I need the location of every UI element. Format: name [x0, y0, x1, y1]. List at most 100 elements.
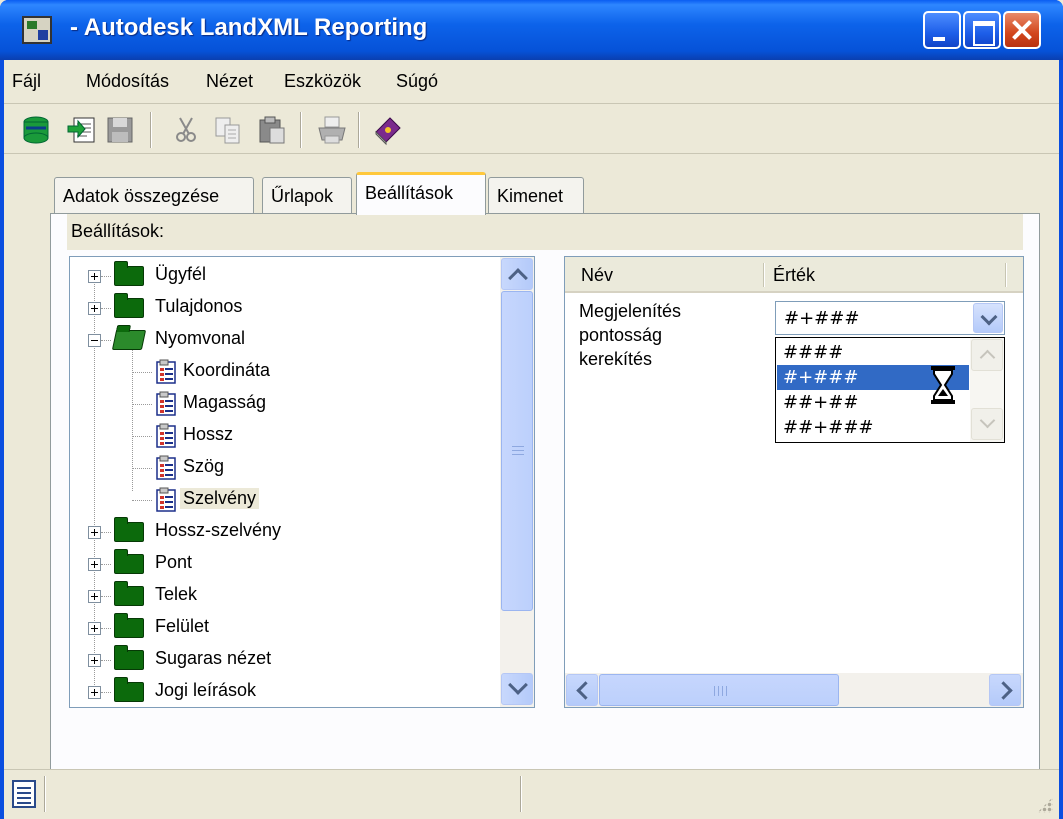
settings-tree[interactable]: Ügyfél Tulajdonos Nyomvonal Koordináta Magas… [69, 256, 535, 708]
column-separator[interactable] [1005, 263, 1006, 287]
chevron-right-icon[interactable] [989, 674, 1021, 706]
tree-folder-node[interactable]: Ügyfél [70, 259, 500, 291]
tree-node-label[interactable]: Hossz-szelvény [152, 520, 284, 541]
help-book-icon[interactable] [372, 114, 404, 146]
maximize-button[interactable] [963, 11, 1001, 49]
tree-item-node[interactable]: Szög [70, 451, 500, 483]
tree-node-label[interactable]: Szelvény [180, 488, 260, 509]
folder-icon [114, 677, 144, 702]
tree-folder-node[interactable]: Jogi leírások [70, 675, 500, 707]
menu-edit[interactable]: Módosítás [86, 71, 169, 92]
collapse-icon[interactable] [88, 334, 101, 347]
rounding-precision-combobox[interactable]: #+### [775, 301, 1005, 335]
tree-vertical-scrollbar[interactable] [500, 257, 534, 707]
expand-icon[interactable] [88, 654, 101, 667]
report-settings-icon [156, 455, 176, 480]
menu-bar: Fájl Módosítás Nézet Eszközök Súgó [4, 60, 1059, 104]
tree-folder-node[interactable]: Felület [70, 611, 500, 643]
minimize-button[interactable] [923, 11, 961, 49]
tree-node-label[interactable]: Koordináta [180, 360, 273, 381]
scroll-up-button[interactable] [501, 258, 533, 290]
scroll-down-button[interactable] [501, 673, 533, 705]
expand-icon[interactable] [88, 590, 101, 603]
app-icon[interactable] [22, 16, 52, 44]
expand-icon[interactable] [88, 622, 101, 635]
scroll-thumb[interactable] [501, 291, 533, 611]
dropdown-button[interactable] [973, 303, 1003, 333]
tab-data-summary[interactable]: Adatok összegzése [54, 177, 254, 215]
tree-node-label[interactable]: Jogi leírások [152, 680, 259, 701]
tree-folder-node[interactable]: Pont [70, 547, 500, 579]
menu-help[interactable]: Súgó [396, 71, 438, 92]
import-icon[interactable] [66, 114, 98, 146]
tree-item-node[interactable]: Koordináta [70, 355, 500, 387]
property-name-line[interactable]: pontosság [579, 325, 662, 346]
grip-line [512, 450, 524, 451]
status-separator [44, 776, 46, 812]
expand-icon[interactable] [88, 302, 101, 315]
dropdown-scrollbar[interactable] [970, 338, 1004, 442]
dropdown-option[interactable]: ##+### [777, 415, 969, 440]
tree-folder-node[interactable]: Tulajdonos [70, 291, 500, 323]
tab-output[interactable]: Kimenet [488, 177, 584, 215]
cut-icon[interactable] [170, 114, 202, 146]
tree-item-node[interactable]: Magasság [70, 387, 500, 419]
dropdown-option-highlighted[interactable]: #+### [777, 365, 969, 404]
tree-node-label[interactable]: Hossz [180, 424, 236, 445]
resize-grip[interactable] [1037, 797, 1053, 813]
column-header-name[interactable]: Név [581, 265, 613, 286]
paste-icon[interactable] [256, 114, 288, 146]
tab-settings[interactable]: Beállítások [356, 172, 486, 215]
report-settings-icon [156, 487, 176, 512]
tree-node-label[interactable]: Szög [180, 456, 227, 477]
copy-icon[interactable] [212, 114, 244, 146]
tree-folder-node[interactable]: Sugaras nézet [70, 643, 500, 675]
report-settings-icon [156, 391, 176, 416]
dropdown-option[interactable]: ##+## [777, 390, 969, 415]
grid-horizontal-scrollbar[interactable] [565, 673, 1023, 707]
tree-folder-node[interactable]: Nyomvonal [70, 323, 500, 355]
column-header-value[interactable]: Érték [773, 265, 815, 286]
tree-node-label[interactable]: Pont [152, 552, 195, 573]
tab-forms[interactable]: Űrlapok [262, 177, 352, 215]
property-name-line[interactable]: Megjelenítés [579, 301, 681, 322]
chevron-down-icon[interactable] [971, 408, 1003, 440]
tree-node-label[interactable]: Sugaras nézet [152, 648, 274, 669]
tree-node-label[interactable]: Nyomvonal [152, 328, 248, 349]
expand-icon[interactable] [88, 526, 101, 539]
tree-folder-node[interactable]: Hossz-szelvény [70, 515, 500, 547]
column-separator[interactable] [763, 263, 764, 287]
chevron-left-icon[interactable] [566, 674, 598, 706]
expand-icon[interactable] [88, 558, 101, 571]
chevron-up-icon[interactable] [971, 339, 1003, 371]
tree-node-label[interactable]: Telek [152, 584, 200, 605]
title-bar[interactable]: - Autodesk LandXML Reporting [0, 0, 1063, 60]
menu-tools[interactable]: Eszközök [284, 71, 361, 92]
property-grid[interactable]: Név Érték Megjelenítés pontosság kerekít… [564, 256, 1024, 708]
tree-node-label[interactable]: Tulajdonos [152, 296, 245, 317]
tree-item-node[interactable]: Szelvény [70, 483, 500, 515]
open-db-icon[interactable] [20, 114, 52, 146]
dropdown-option[interactable]: #### [777, 340, 969, 365]
print-icon[interactable] [316, 114, 348, 146]
folder-icon [114, 517, 144, 542]
tree-node-label[interactable]: Felület [152, 616, 212, 637]
precision-dropdown-list[interactable]: #### #+### ##+## ##+### [775, 337, 1005, 443]
menu-view[interactable]: Nézet [206, 71, 253, 92]
tree-node-label[interactable]: Magasság [180, 392, 269, 413]
toolbar-separator [300, 112, 302, 148]
tree-node-label[interactable]: Ügyfél [152, 264, 209, 285]
menu-file[interactable]: Fájl [12, 71, 41, 92]
close-button[interactable] [1003, 11, 1041, 49]
horizontal-scroll-thumb[interactable] [599, 674, 839, 706]
expand-icon[interactable] [88, 686, 101, 699]
property-name-line[interactable]: kerekítés [579, 349, 652, 370]
tree-guide-line [101, 564, 111, 565]
expand-icon[interactable] [88, 270, 101, 283]
tree-folder-node[interactable]: Telek [70, 579, 500, 611]
tree-item-node[interactable]: Hossz [70, 419, 500, 451]
folder-icon [114, 549, 144, 574]
save-icon[interactable] [104, 114, 136, 146]
toolbar-separator [358, 112, 360, 148]
grip-line [512, 454, 524, 455]
